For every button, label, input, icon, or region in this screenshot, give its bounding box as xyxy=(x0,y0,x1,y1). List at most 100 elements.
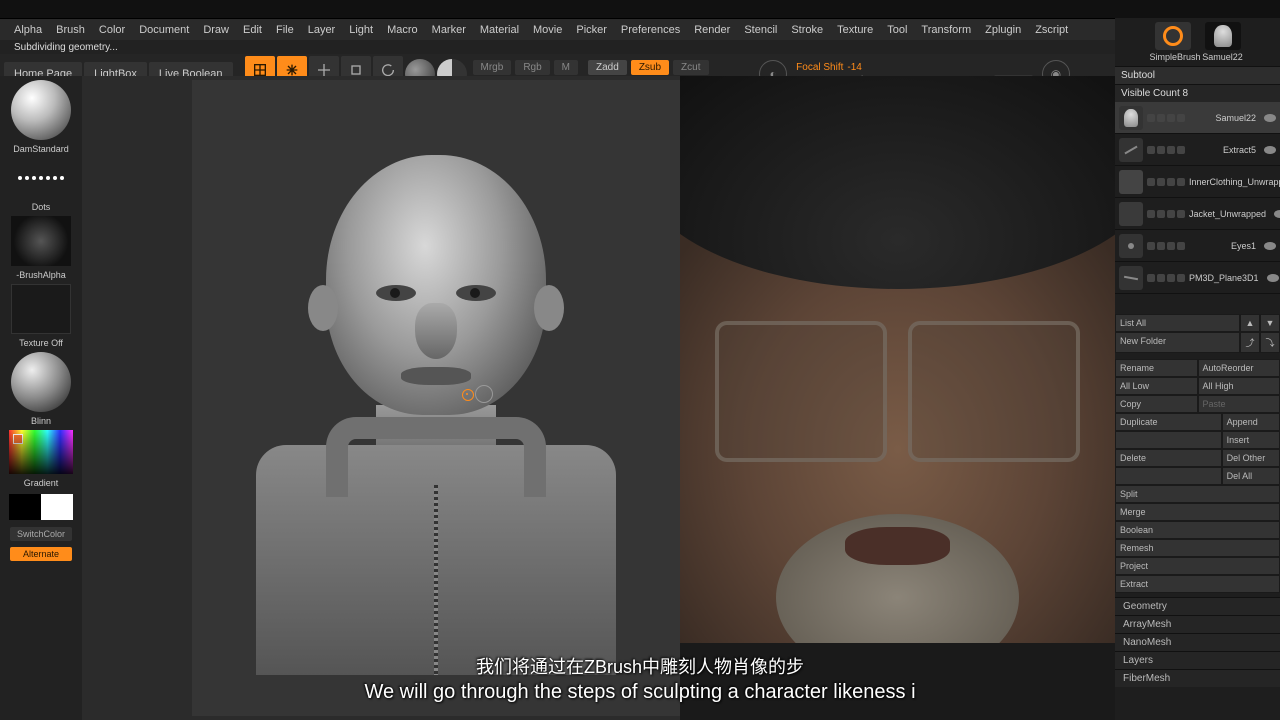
brush-thumbnail[interactable] xyxy=(11,80,71,140)
material-name: Blinn xyxy=(4,416,78,426)
append-button[interactable]: Append xyxy=(1222,413,1280,431)
menu-zscript[interactable]: Zscript xyxy=(1035,24,1068,36)
boolean-button[interactable]: Boolean xyxy=(1115,521,1280,539)
m-button[interactable]: M xyxy=(554,60,578,75)
main-menu: Alpha Brush Color Document Draw Edit Fil… xyxy=(0,18,1280,40)
texture-name: Texture Off xyxy=(4,338,78,348)
canvas-area xyxy=(82,76,1115,720)
visibility-icon[interactable] xyxy=(1264,146,1276,154)
switch-color-button[interactable]: SwitchColor xyxy=(10,527,72,541)
subtool-header[interactable]: Subtool xyxy=(1115,66,1280,84)
project-button[interactable]: Project xyxy=(1115,557,1280,575)
delete-spacer xyxy=(1115,467,1222,485)
subtool-item[interactable]: Extract5 xyxy=(1115,134,1280,166)
menu-brush[interactable]: Brush xyxy=(56,24,85,36)
duplicate-spacer xyxy=(1115,431,1222,449)
zcut-button[interactable]: Zcut xyxy=(673,60,708,75)
brush-name: DamStandard xyxy=(4,144,78,154)
visible-count: Visible Count 8 xyxy=(1115,84,1280,102)
gradient-label[interactable]: Gradient xyxy=(4,478,78,488)
arrow-up-icon[interactable]: ▲ xyxy=(1240,314,1260,332)
tool-current-model[interactable]: Samuel22 xyxy=(1200,22,1246,62)
3d-viewport[interactable] xyxy=(192,80,680,716)
reference-image xyxy=(680,76,1115,720)
menu-color[interactable]: Color xyxy=(99,24,125,36)
copy-button[interactable]: Copy xyxy=(1115,395,1198,413)
subtool-item[interactable]: Eyes1 xyxy=(1115,230,1280,262)
sculpt-model xyxy=(256,155,616,695)
accordion-fibermesh[interactable]: FiberMesh xyxy=(1115,669,1280,687)
menu-render[interactable]: Render xyxy=(694,24,730,36)
subtool-item[interactable]: PM3D_Plane3D1 xyxy=(1115,262,1280,294)
menu-alpha[interactable]: Alpha xyxy=(14,24,42,36)
menu-file[interactable]: File xyxy=(276,24,294,36)
focal-shift-value: -14 xyxy=(847,62,875,73)
zadd-button[interactable]: Zadd xyxy=(588,60,627,75)
color-swatches[interactable] xyxy=(9,494,73,520)
arrow-down-icon[interactable]: ▼ xyxy=(1260,314,1280,332)
texture-thumbnail[interactable] xyxy=(11,284,71,334)
del-all-button[interactable]: Del All xyxy=(1222,467,1280,485)
stroke-thumbnail[interactable] xyxy=(11,158,71,198)
visibility-icon[interactable] xyxy=(1274,210,1280,218)
autoreorder-button[interactable]: AutoReorder xyxy=(1198,359,1280,377)
menu-edit[interactable]: Edit xyxy=(243,24,262,36)
insert-button[interactable]: Insert xyxy=(1222,431,1280,449)
subtool-item[interactable]: InnerClothing_Unwrapped xyxy=(1115,166,1280,198)
material-thumbnail[interactable] xyxy=(11,352,71,412)
menu-stencil[interactable]: Stencil xyxy=(744,24,777,36)
menu-document[interactable]: Document xyxy=(139,24,189,36)
delete-button[interactable]: Delete xyxy=(1115,449,1222,467)
menu-material[interactable]: Material xyxy=(480,24,519,36)
list-all-button[interactable]: List All xyxy=(1115,314,1240,332)
video-subtitle: 我们将通过在ZBrush中雕刻人物肖像的步 We will go through… xyxy=(364,653,915,704)
new-folder-button[interactable]: New Folder xyxy=(1115,332,1240,353)
menu-macro[interactable]: Macro xyxy=(387,24,418,36)
subtool-item[interactable]: Samuel22 xyxy=(1115,102,1280,134)
tool-simplebrush[interactable]: SimpleBrush xyxy=(1150,22,1196,62)
menu-zplugin[interactable]: Zplugin xyxy=(985,24,1021,36)
menu-draw[interactable]: Draw xyxy=(203,24,229,36)
all-low-button[interactable]: All Low xyxy=(1115,377,1198,395)
menu-layer[interactable]: Layer xyxy=(308,24,336,36)
accordion-geometry[interactable]: Geometry xyxy=(1115,597,1280,615)
menu-light[interactable]: Light xyxy=(349,24,373,36)
visibility-icon[interactable] xyxy=(1267,274,1279,282)
menu-stroke[interactable]: Stroke xyxy=(791,24,823,36)
all-high-button[interactable]: All High xyxy=(1198,377,1280,395)
paste-button[interactable]: Paste xyxy=(1198,395,1280,413)
remesh-button[interactable]: Remesh xyxy=(1115,539,1280,557)
accordion-arraymesh[interactable]: ArrayMesh xyxy=(1115,615,1280,633)
rgb-button[interactable]: Rgb xyxy=(515,60,549,75)
rename-button[interactable]: Rename xyxy=(1115,359,1198,377)
visibility-icon[interactable] xyxy=(1264,114,1276,122)
subtool-item[interactable]: Jacket_Unwrapped xyxy=(1115,198,1280,230)
menu-preferences[interactable]: Preferences xyxy=(621,24,680,36)
alpha-name: -BrushAlpha xyxy=(4,270,78,280)
menu-transform[interactable]: Transform xyxy=(921,24,971,36)
duplicate-button[interactable]: Duplicate xyxy=(1115,413,1222,431)
accordion-layers[interactable]: Layers xyxy=(1115,651,1280,669)
move-up-icon[interactable]: ⤴ xyxy=(1240,332,1260,353)
accordion-nanomesh[interactable]: NanoMesh xyxy=(1115,633,1280,651)
split-button[interactable]: Split xyxy=(1115,485,1280,503)
left-sidebar: DamStandard Dots -BrushAlpha Texture Off… xyxy=(0,76,82,720)
menu-marker[interactable]: Marker xyxy=(432,24,466,36)
subtool-list: Samuel22 Extract5 InnerClothing_Unwrappe… xyxy=(1115,102,1280,294)
merge-button[interactable]: Merge xyxy=(1115,503,1280,521)
right-sidebar: SimpleBrush Samuel22 Subtool Visible Cou… xyxy=(1115,18,1280,720)
extract-button[interactable]: Extract xyxy=(1115,575,1280,593)
del-other-button[interactable]: Del Other xyxy=(1222,449,1280,467)
stroke-name: Dots xyxy=(4,202,78,212)
alpha-thumbnail[interactable] xyxy=(11,216,71,266)
menu-tool[interactable]: Tool xyxy=(887,24,907,36)
menu-picker[interactable]: Picker xyxy=(576,24,607,36)
mrgb-button[interactable]: Mrgb xyxy=(473,60,512,75)
menu-texture[interactable]: Texture xyxy=(837,24,873,36)
visibility-icon[interactable] xyxy=(1264,242,1276,250)
move-down-icon[interactable]: ⤵ xyxy=(1260,332,1280,353)
menu-movie[interactable]: Movie xyxy=(533,24,562,36)
color-picker[interactable] xyxy=(9,430,73,474)
zsub-button[interactable]: Zsub xyxy=(631,60,669,75)
alternate-button[interactable]: Alternate xyxy=(10,547,72,561)
